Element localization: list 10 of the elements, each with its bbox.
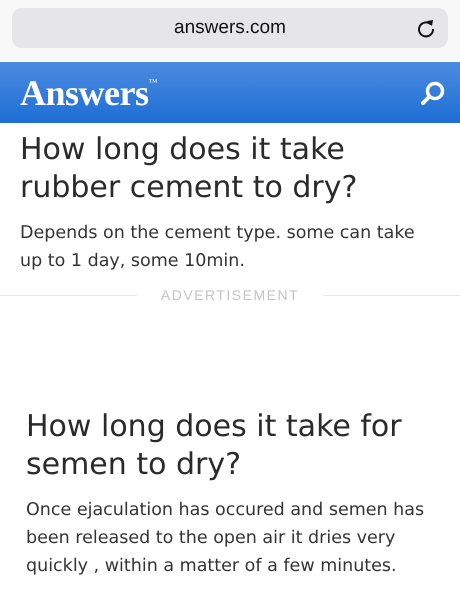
answer-text: Depends on the cement type. some can take up to 1 day, some 10min. — [20, 222, 416, 273]
answer-text: Once ejaculation has occured and semen has been released to the open air it dries very quickly , within a matter of a few minutes. — [26, 499, 426, 578]
advertisement-label: ADVERTISEMENT — [160, 287, 300, 303]
address-bar[interactable]: answers.com — [12, 8, 448, 48]
question-title[interactable]: How long does it take rubber cement to dry? — [20, 131, 420, 207]
reload-icon[interactable] — [416, 18, 436, 38]
logo-wordmark[interactable]: Answers$^{™}$ — [20, 72, 157, 114]
url-text: answers.com — [174, 17, 286, 39]
question-title[interactable]: How long does it take for semen to dry? — [26, 408, 426, 484]
search-icon[interactable] — [420, 80, 446, 106]
